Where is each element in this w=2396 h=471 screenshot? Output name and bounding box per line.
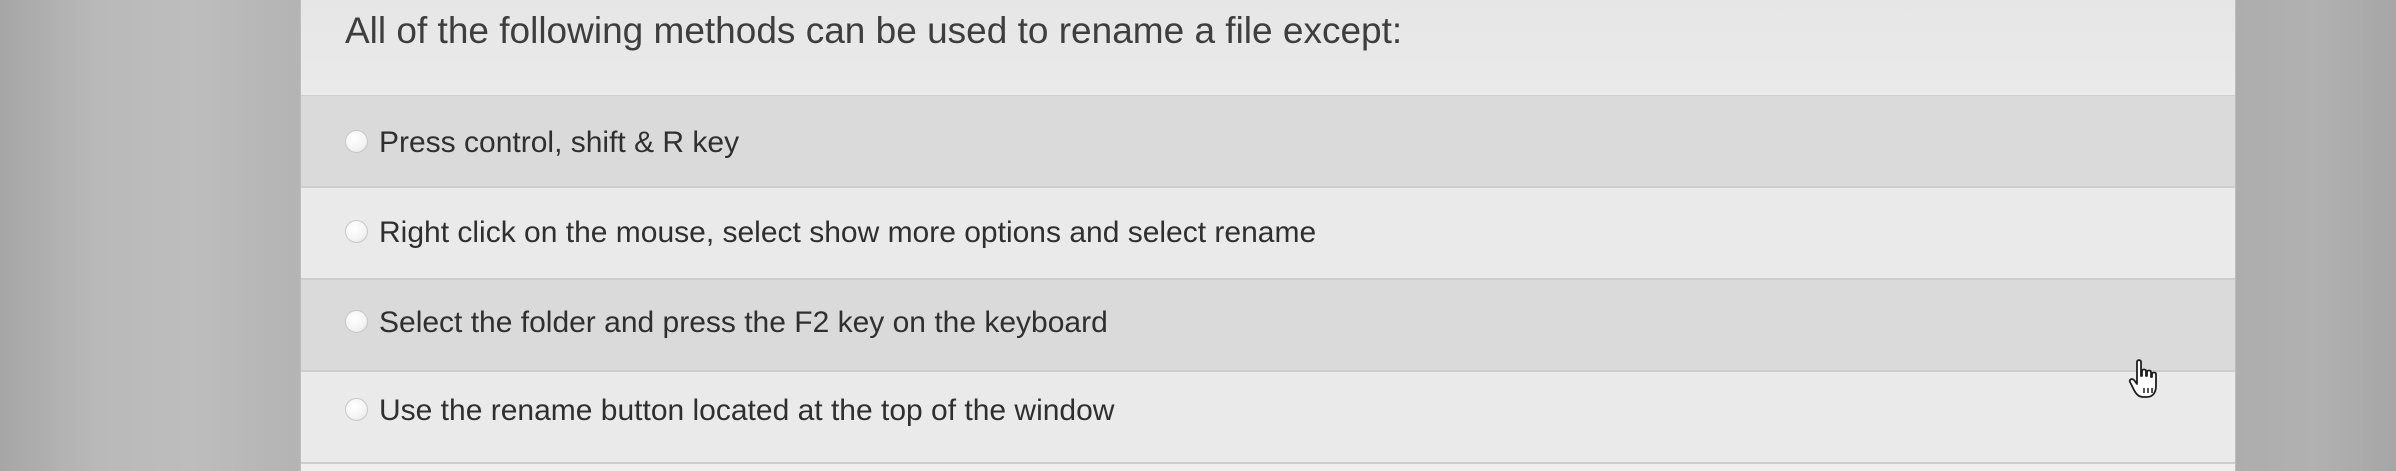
- answer-option-label: Select the folder and press the F2 key o…: [379, 306, 1108, 339]
- answer-option-label: Right click on the mouse, select show mo…: [379, 216, 1317, 249]
- answer-option-3[interactable]: Select the folder and press the F2 key o…: [301, 280, 2235, 372]
- answer-option-label: Press control, shift & R key: [379, 126, 740, 159]
- radio-button-icon[interactable]: [345, 220, 368, 243]
- answer-option-4[interactable]: Use the rename button located at the top…: [301, 372, 2235, 464]
- right-background: [2236, 0, 2396, 471]
- radio-button-icon[interactable]: [345, 310, 368, 333]
- answer-option-2[interactable]: Right click on the mouse, select show mo…: [301, 188, 2235, 280]
- question-header: All of the following methods can be used…: [301, 0, 2235, 96]
- radio-button-icon[interactable]: [345, 130, 368, 153]
- answer-option-label: Use the rename button located at the top…: [379, 394, 1115, 427]
- question-text: All of the following methods can be used…: [345, 10, 1403, 51]
- answer-option-1[interactable]: Press control, shift & R key: [301, 96, 2235, 188]
- radio-button-icon[interactable]: [345, 398, 368, 421]
- quiz-card: All of the following methods can be used…: [300, 0, 2236, 471]
- hand-cursor-icon: [2128, 359, 2157, 398]
